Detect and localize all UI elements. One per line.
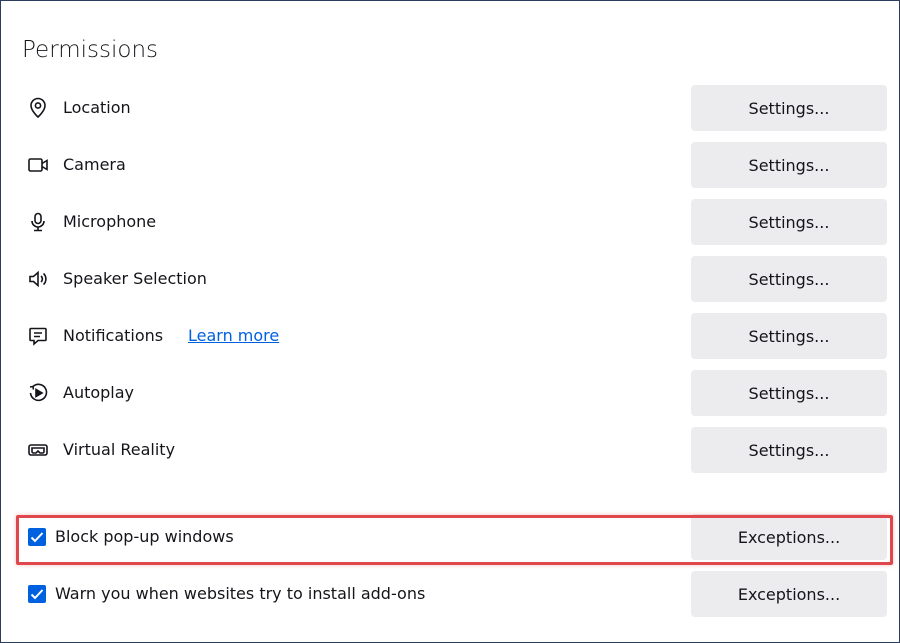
permission-label: Microphone [63,212,157,231]
permission-label: Virtual Reality [63,440,176,459]
permission-row-notifications: Notifications Learn more Settings... [1,313,900,359]
permission-label: Location [63,98,131,117]
permission-row-location: Location Settings... [1,85,900,131]
learn-more-link[interactable]: Learn more [188,326,279,345]
camera-settings-button[interactable]: Settings... [691,142,887,188]
block-popups-exceptions-button[interactable]: Exceptions... [691,514,887,560]
permission-row-camera: Camera Settings... [1,142,900,188]
autoplay-settings-button[interactable]: Settings... [691,370,887,416]
permission-row-speaker: Speaker Selection Settings... [1,256,900,302]
microphone-settings-button[interactable]: Settings... [691,199,887,245]
permission-label: Camera [63,155,126,174]
location-pin-icon [27,97,49,119]
notification-icon [27,325,49,347]
permission-row-microphone: Microphone Settings... [1,199,900,245]
section-title: Permissions [22,37,159,63]
warn-addons-row: Warn you when websites try to install ad… [1,571,900,617]
notifications-settings-button[interactable]: Settings... [691,313,887,359]
permission-label: Notifications [63,326,164,345]
location-settings-button[interactable]: Settings... [691,85,887,131]
warn-addons-exceptions-button[interactable]: Exceptions... [691,571,887,617]
vr-settings-button[interactable]: Settings... [691,427,887,473]
speaker-icon [27,268,49,290]
vr-headset-icon [27,439,49,461]
block-popups-checkbox[interactable] [28,528,46,546]
warn-addons-label[interactable]: Warn you when websites try to install ad… [55,584,425,603]
permission-row-autoplay: Autoplay Settings... [1,370,900,416]
microphone-icon [27,211,49,233]
permission-row-vr: Virtual Reality Settings... [1,427,900,473]
permission-label: Speaker Selection [63,269,207,288]
speaker-settings-button[interactable]: Settings... [691,256,887,302]
autoplay-icon [27,382,49,404]
permissions-panel: Permissions Location Settings... Camera … [0,0,900,643]
block-popups-row: Block pop-up windows Exceptions... [1,514,900,560]
warn-addons-checkbox[interactable] [28,585,46,603]
camera-icon [27,154,49,176]
block-popups-label[interactable]: Block pop-up windows [55,527,234,546]
permission-label: Autoplay [63,383,135,402]
